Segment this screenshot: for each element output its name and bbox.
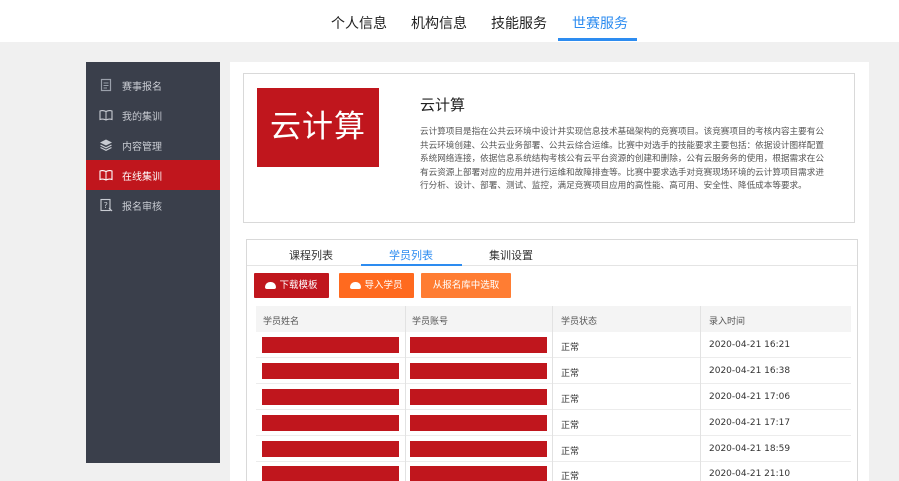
tab-training-settings[interactable]: 集训设置: [489, 247, 533, 263]
sidebar-item-content-management[interactable]: 内容管理: [86, 130, 220, 160]
column-divider: [552, 306, 553, 481]
sidebar-item-label: 我的集训: [122, 112, 162, 123]
redacted-name: [262, 415, 399, 431]
active-tab-indicator: [558, 38, 637, 41]
student-status: 正常: [561, 472, 580, 481]
entry-time: 2020-04-21 21:10: [709, 469, 791, 479]
sidebar-item-label: 内容管理: [122, 142, 162, 153]
sidebar-item-online-training[interactable]: 在线集训: [86, 160, 220, 190]
column-header-student-account: 学员账号: [412, 317, 449, 327]
layers-icon: [100, 139, 112, 151]
review-icon: ?: [100, 198, 113, 212]
sidebar-item-my-training[interactable]: 我的集训: [86, 100, 220, 130]
redacted-name: [262, 337, 399, 353]
student-status: 正常: [561, 369, 580, 379]
student-status: 正常: [561, 447, 580, 457]
redacted-account: [410, 337, 547, 353]
sidebar-item-label: 赛事报名: [122, 82, 162, 93]
column-divider: [700, 306, 701, 481]
redacted-name: [262, 466, 399, 481]
entry-time: 2020-04-21 16:38: [709, 366, 791, 376]
redacted-account: [410, 389, 547, 405]
sidebar-item-event-registration[interactable]: 赛事报名: [86, 70, 220, 100]
project-title: 云计算: [420, 96, 466, 114]
top-navigation: 个人信息 机构信息 技能服务 世赛服务: [0, 0, 899, 42]
svg-text:?: ?: [104, 201, 108, 210]
sidebar-item-registration-review[interactable]: ? 报名审核: [86, 190, 220, 220]
tab-skill-service[interactable]: 技能服务: [491, 13, 547, 33]
select-from-registry-button[interactable]: 从报名库中选取: [421, 273, 511, 298]
redacted-name: [262, 363, 399, 379]
redacted-account: [410, 466, 547, 481]
sidebar: 赛事报名 我的集训 内容管理 在线集训 ? 报名审核: [86, 62, 220, 463]
tab-student-list[interactable]: 学员列表: [389, 247, 433, 263]
redacted-name: [262, 441, 399, 457]
redacted-account: [410, 441, 547, 457]
import-students-button[interactable]: 导入学员: [339, 273, 414, 298]
project-description: 云计算项目是指在公共云环境中设计并实现信息技术基础架构的竞赛项目。该竞赛项目的考…: [420, 127, 824, 192]
tab-course-list[interactable]: 课程列表: [289, 247, 333, 263]
open-book-icon: [99, 170, 113, 181]
redacted-account: [410, 363, 547, 379]
column-header-student-status: 学员状态: [561, 317, 598, 327]
table-header: [256, 306, 851, 332]
entry-time: 2020-04-21 17:06: [709, 392, 791, 402]
student-status: 正常: [561, 343, 580, 353]
student-status: 正常: [561, 395, 580, 405]
cloud-download-icon: [265, 282, 277, 289]
project-banner: 云计算: [257, 88, 379, 167]
column-header-entry-time: 录入时间: [709, 317, 746, 327]
download-template-button[interactable]: 下载模板: [254, 273, 329, 298]
cloud-upload-icon: [350, 282, 362, 289]
tab-worldskills-service[interactable]: 世赛服务: [572, 13, 628, 33]
column-divider: [405, 306, 406, 481]
sidebar-item-label: 在线集训: [122, 172, 162, 183]
active-subtab-indicator: [361, 264, 462, 266]
tab-divider: [247, 265, 857, 266]
tab-organization-info[interactable]: 机构信息: [411, 13, 467, 33]
sidebar-item-label: 报名审核: [122, 202, 162, 213]
redacted-account: [410, 415, 547, 431]
open-book-icon: [99, 110, 113, 121]
document-icon: [100, 78, 112, 92]
column-header-student-name: 学员姓名: [263, 317, 300, 327]
tab-personal-info[interactable]: 个人信息: [331, 13, 387, 33]
entry-time: 2020-04-21 18:59: [709, 444, 791, 454]
student-status: 正常: [561, 421, 580, 431]
entry-time: 2020-04-21 16:21: [709, 340, 791, 350]
redacted-name: [262, 389, 399, 405]
entry-time: 2020-04-21 17:17: [709, 418, 791, 428]
